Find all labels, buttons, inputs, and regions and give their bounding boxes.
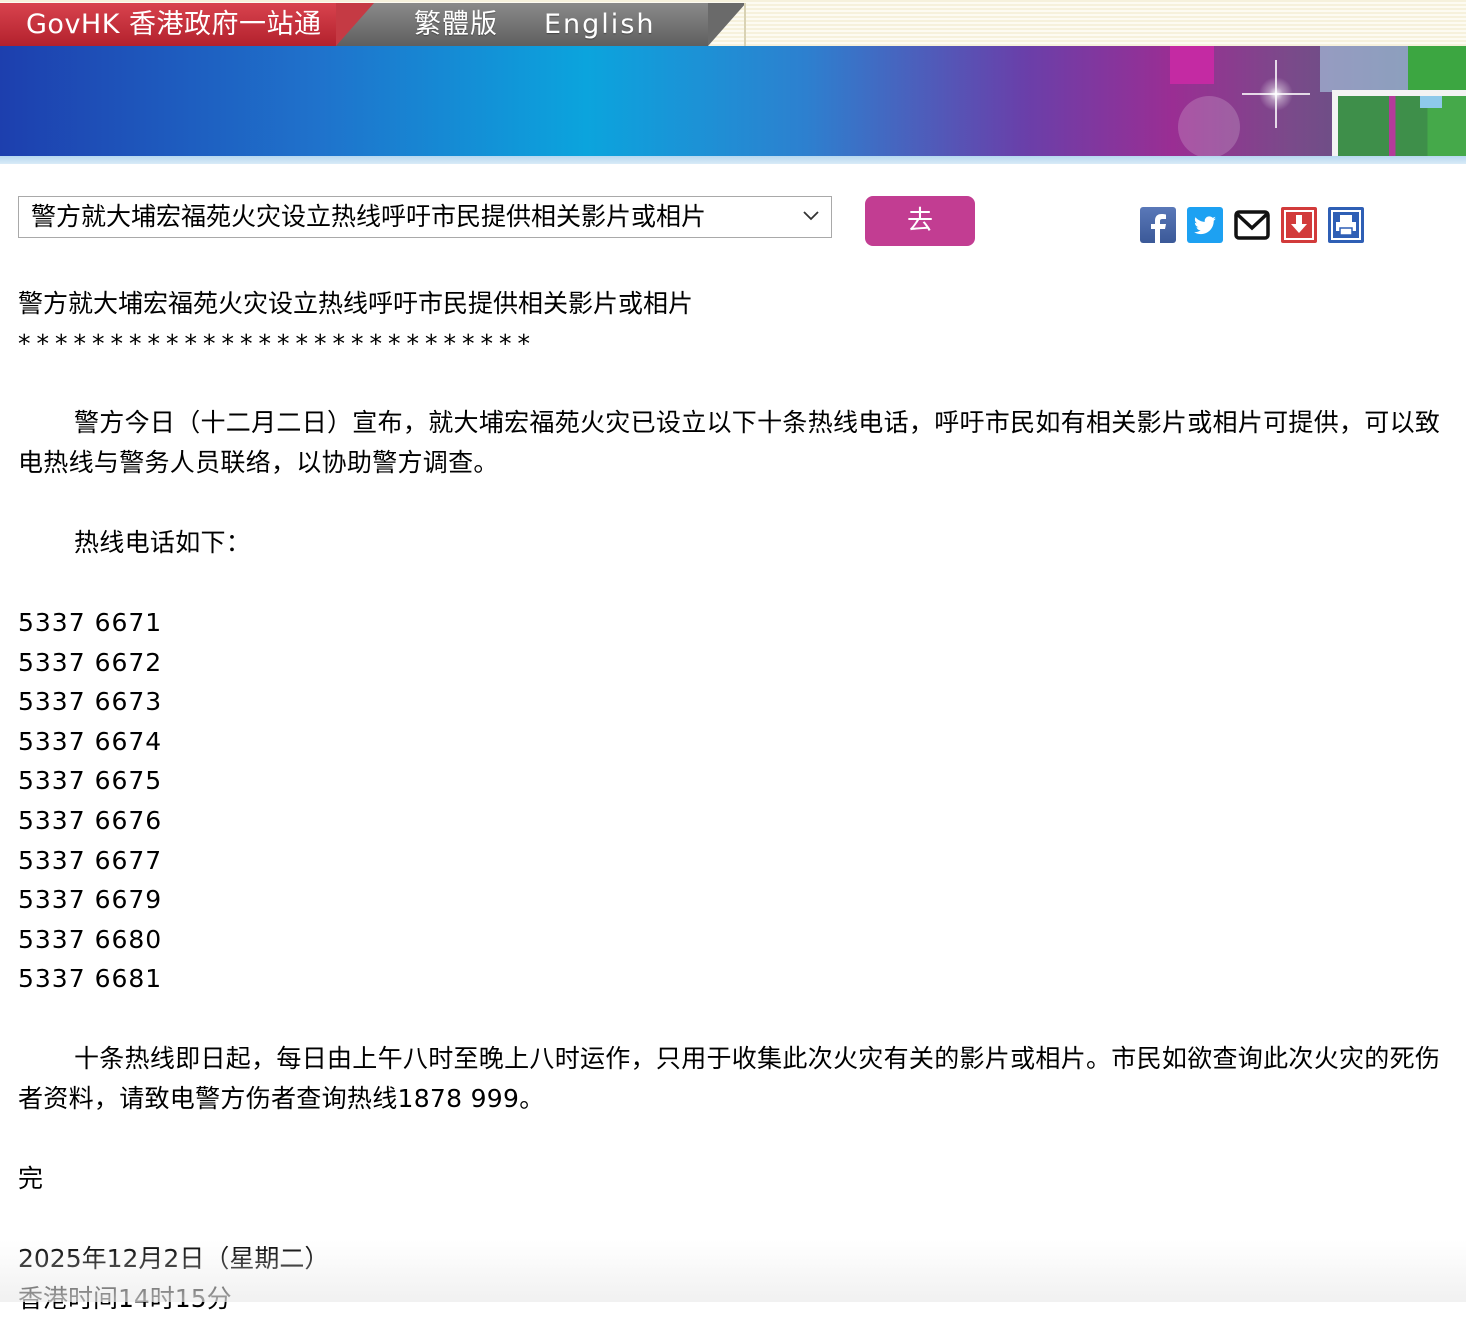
banner-square: [1408, 46, 1466, 96]
hotline-number: 5337 6680: [18, 924, 163, 954]
banner-square: [1170, 46, 1214, 84]
article-paragraph: 十条热线即日起，每日由上午八时至晚上八时运作，只用于收集此次火灾有关的影片或相片…: [18, 1043, 1441, 1113]
article-paragraph: 热线电话如下：: [74, 528, 252, 557]
end-mark: 完: [18, 1163, 44, 1193]
hotline-number: 5337 6671: [18, 608, 163, 637]
article-headline: 警方就大埔宏福苑火灾设立热线呼吁市民提供相关影片或相片: [18, 289, 694, 318]
release-time: 香港时间14时15分: [18, 1283, 232, 1313]
twitter-icon[interactable]: [1187, 207, 1223, 243]
hotline-number: 5337 6679: [18, 885, 163, 915]
print-icon[interactable]: [1328, 207, 1364, 243]
banner-square: [1320, 46, 1410, 92]
hotline-number: 5337 6675: [18, 766, 163, 796]
banner-decoration: [1160, 46, 1466, 164]
banner-square: [1420, 96, 1442, 108]
download-icon[interactable]: [1281, 207, 1317, 243]
article-paragraph: 警方今日（十二月二日）宣布，就大埔宏福苑火灾已设立以下十条热线电话，呼吁市民如有…: [18, 408, 1441, 477]
traditional-chinese-link[interactable]: 繁體版: [414, 3, 498, 46]
hotline-number: 5337 6681: [18, 964, 163, 994]
headline-separator: ****************************: [18, 329, 536, 358]
go-button[interactable]: 去: [865, 196, 975, 246]
banner-frame: [1332, 90, 1466, 164]
release-date: 2025年12月2日（星期二）: [18, 1243, 330, 1273]
banner-sparkle: [1242, 60, 1310, 128]
hotline-number: 5337 6677: [18, 845, 163, 875]
hotline-list: 5337 6671 5337 6672 5337 6673 5337 6674 …: [18, 603, 1448, 999]
language-tabs: 繁體版 English: [336, 3, 746, 46]
govhk-home-link[interactable]: GovHK 香港政府一站通: [0, 3, 374, 46]
chevron-down-icon[interactable]: [800, 204, 822, 226]
email-icon[interactable]: [1234, 207, 1270, 243]
facebook-icon[interactable]: [1140, 207, 1176, 243]
banner-circle: [1178, 96, 1240, 158]
hotline-number: 5337 6674: [18, 726, 163, 756]
banner-bottom-strip: [0, 156, 1466, 164]
hotline-number: 5337 6676: [18, 805, 163, 835]
news-select-dropdown[interactable]: 警方就大埔宏福苑火灾设立热线呼吁市民提供相关影片或相片: [18, 196, 832, 238]
english-link[interactable]: English: [544, 3, 656, 46]
hotline-number: 5337 6672: [18, 647, 163, 677]
press-release-body: 警方就大埔宏福苑火灾设立热线呼吁市民提供相关影片或相片 ************…: [18, 284, 1448, 1319]
tab-separator: [336, 3, 374, 46]
top-nav-bar: GovHK 香港政府一站通 繁體版 English: [0, 0, 1466, 46]
hotline-number: 5337 6673: [18, 687, 163, 717]
divider: [744, 3, 746, 46]
